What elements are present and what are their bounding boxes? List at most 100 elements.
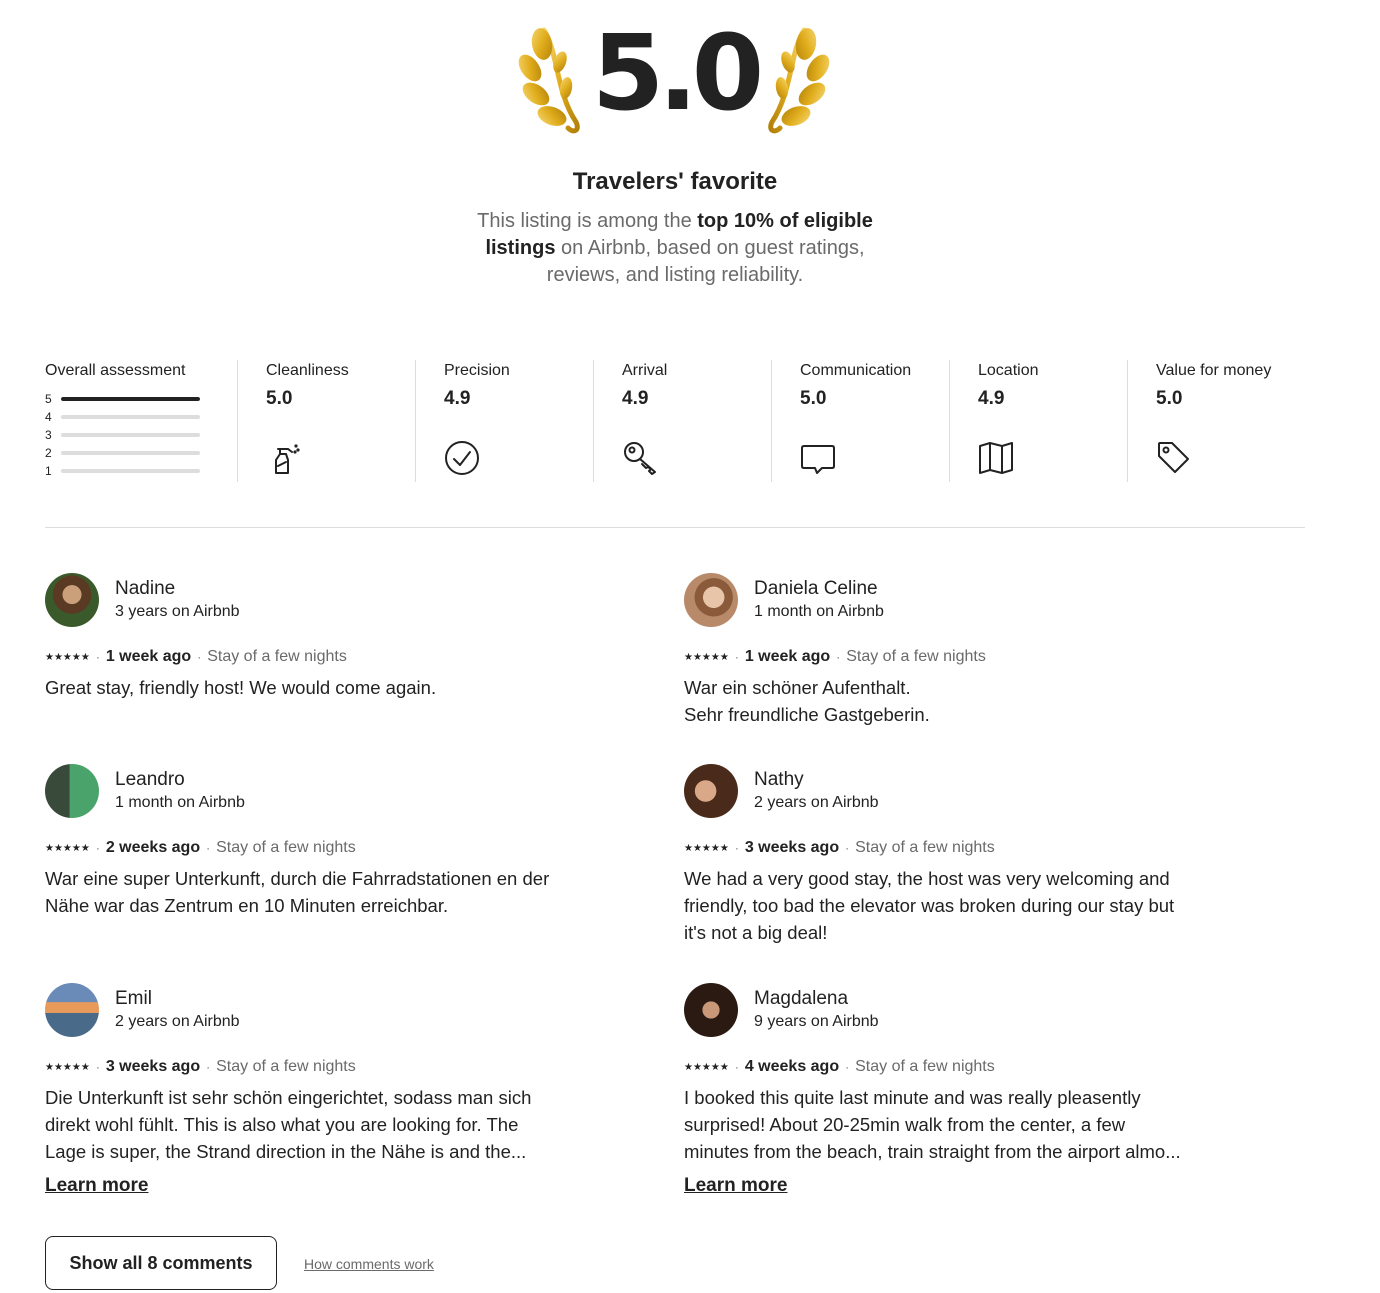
reviewer-tenure: 9 years on Airbnb — [754, 1013, 879, 1030]
avatar[interactable] — [45, 983, 99, 1037]
category-value: 5.0 — [266, 388, 293, 409]
rating-categories: Overall assessment 5 4 3 2 1 Cleanliness 5.0… — [45, 360, 1305, 482]
reviewer-tenure: 3 years on Airbnb — [115, 603, 240, 620]
category-value: 5.0 — [800, 388, 827, 409]
stay-length: Stay of a few nights — [216, 1058, 356, 1075]
star-rating: ★★★★★ — [684, 842, 729, 854]
reviewer-tenure: 2 years on Airbnb — [754, 794, 879, 811]
rating-bar-track — [61, 397, 200, 401]
review-date: 1 week ago — [744, 648, 831, 665]
review-date: 2 weeks ago — [105, 839, 201, 856]
avatar[interactable] — [684, 983, 738, 1037]
favorite-desc-part2: on Airbnb, based on guest ratings, revie… — [546, 237, 865, 286]
reviewer-tenure: 1 month on Airbnb — [115, 794, 245, 811]
separator-dot: · — [197, 650, 202, 664]
spray-bottle-icon — [275, 444, 300, 474]
reviewer-name: Nadine — [115, 578, 176, 599]
travelers-favorite-hero: 5.0 Travelers' favorite This listing is … — [0, 0, 1380, 300]
check-circle-icon — [445, 441, 479, 475]
rating-bar-row: 4 — [45, 408, 237, 426]
category-cleanliness: Cleanliness 5.0 — [237, 360, 415, 482]
category-label: Precision — [444, 362, 510, 379]
map-icon — [979, 442, 1013, 474]
rating-bar-label: 3 — [45, 428, 52, 442]
separator-dot: · — [206, 841, 211, 855]
rating-bar-label: 2 — [45, 446, 52, 460]
overall-score: 5.0 — [591, 12, 764, 134]
category-location: Location 4.9 — [949, 360, 1127, 482]
avatar[interactable] — [684, 573, 738, 627]
reviewer-name: Daniela Celine — [754, 578, 878, 599]
reviewer-tenure: 2 years on Airbnb — [115, 1013, 240, 1030]
favorite-description: This listing is among the top 10% of eli… — [460, 208, 890, 289]
overall-assessment-label: Overall assessment — [45, 362, 186, 379]
overall-assessment: Overall assessment 5 4 3 2 1 — [45, 360, 237, 482]
star-rating: ★★★★★ — [45, 1061, 90, 1073]
reviewer-name: Leandro — [115, 769, 185, 790]
stay-length: Stay of a few nights — [207, 648, 347, 665]
category-arrival: Arrival 4.9 — [593, 360, 771, 482]
favorite-desc-part1: This listing is among the — [477, 210, 698, 232]
review-card: Nathy 2 years on Airbnb ★★★★★ · 3 weeks … — [684, 763, 1204, 946]
rating-bar-track — [61, 415, 200, 419]
chat-bubble-icon — [801, 445, 835, 474]
category-precision: Precision 4.9 — [415, 360, 593, 482]
rating-bar-track — [61, 469, 200, 473]
avatar[interactable] — [45, 764, 99, 818]
review-date: 1 week ago — [105, 648, 192, 665]
stay-length: Stay of a few nights — [846, 648, 986, 665]
learn-more-link[interactable]: Learn more — [45, 1175, 148, 1197]
separator-dot: · — [734, 1060, 739, 1074]
rating-bar-label: 1 — [45, 464, 52, 478]
category-value: 4.9 — [444, 388, 471, 409]
category-label: Cleanliness — [266, 362, 349, 379]
reviewer-name: Emil — [115, 988, 152, 1009]
category-value-for-money: Value for money 5.0 — [1127, 360, 1305, 482]
separator-dot: · — [836, 650, 841, 664]
show-all-comments-button[interactable]: Show all 8 comments — [45, 1236, 277, 1290]
category-label: Location — [978, 362, 1039, 379]
star-rating: ★★★★★ — [684, 1061, 729, 1073]
rating-bar-label: 4 — [45, 410, 52, 424]
rating-bar-track — [61, 433, 200, 437]
separator-dot: · — [734, 650, 739, 664]
learn-more-link[interactable]: Learn more — [684, 1175, 787, 1197]
stay-length: Stay of a few nights — [855, 1058, 995, 1075]
separator-dot: · — [95, 841, 100, 855]
rating-bar-row: 1 — [45, 462, 237, 480]
separator-dot: · — [206, 1060, 211, 1074]
reviewer-name: Nathy — [754, 769, 804, 790]
rating-bar-fill — [61, 397, 200, 401]
separator-dot: · — [845, 1060, 850, 1074]
category-value: 4.9 — [978, 388, 1005, 409]
separator-dot: · — [734, 841, 739, 855]
category-label: Communication — [800, 362, 912, 379]
review-date: 4 weeks ago — [744, 1058, 840, 1075]
review-date: 3 weeks ago — [744, 839, 840, 856]
favorite-title: Travelers' favorite — [572, 168, 778, 195]
review-text: We had a very good stay, the host was ve… — [684, 868, 1175, 943]
stay-length: Stay of a few nights — [855, 839, 995, 856]
category-label: Value for money — [1156, 362, 1272, 379]
review-text: Great stay, friendly host! We would come… — [45, 677, 437, 698]
section-divider — [45, 527, 1305, 528]
star-rating: ★★★★★ — [45, 842, 90, 854]
review-card: Magdalena 9 years on Airbnb ★★★★★ · 4 we… — [684, 982, 1204, 1197]
price-tag-icon — [1158, 442, 1189, 473]
reviewer-tenure: 1 month on Airbnb — [754, 603, 884, 620]
how-comments-work-link[interactable]: How comments work — [304, 1256, 434, 1272]
review-text: War ein schöner Aufenthalt. Sehr freundl… — [684, 677, 930, 725]
star-rating: ★★★★★ — [45, 651, 90, 663]
category-communication: Communication 5.0 — [771, 360, 949, 482]
category-value: 5.0 — [1156, 388, 1183, 409]
rating-bar-label: 5 — [45, 392, 52, 406]
laurel-left-icon — [518, 27, 580, 134]
avatar[interactable] — [45, 573, 99, 627]
review-text: War eine super Unterkunft, durch die Fah… — [45, 868, 550, 916]
review-date: 3 weeks ago — [105, 1058, 201, 1075]
review-card: Leandro 1 month on Airbnb ★★★★★ · 2 week… — [45, 763, 565, 919]
category-label: Arrival — [622, 362, 668, 379]
avatar[interactable] — [684, 764, 738, 818]
review-text: Die Unterkunft ist sehr schön eingericht… — [45, 1087, 532, 1162]
rating-bar-row: 2 — [45, 444, 237, 462]
